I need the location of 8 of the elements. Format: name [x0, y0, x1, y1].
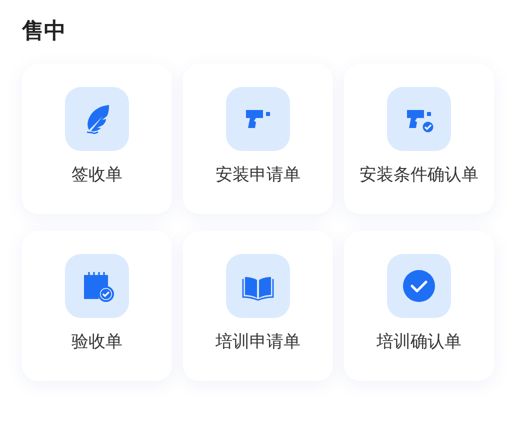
form-card[interactable]: 安装申请单: [183, 64, 333, 214]
form-card[interactable]: 培训申请单: [183, 231, 333, 381]
check-circle-icon: [401, 268, 437, 304]
form-card[interactable]: 培训确认单: [344, 231, 494, 381]
section-title: 售中: [22, 18, 66, 46]
form-card[interactable]: 安装条件确认单: [344, 64, 494, 214]
form-card[interactable]: 验收单: [22, 231, 172, 381]
form-card[interactable]: 签收单: [22, 64, 172, 214]
